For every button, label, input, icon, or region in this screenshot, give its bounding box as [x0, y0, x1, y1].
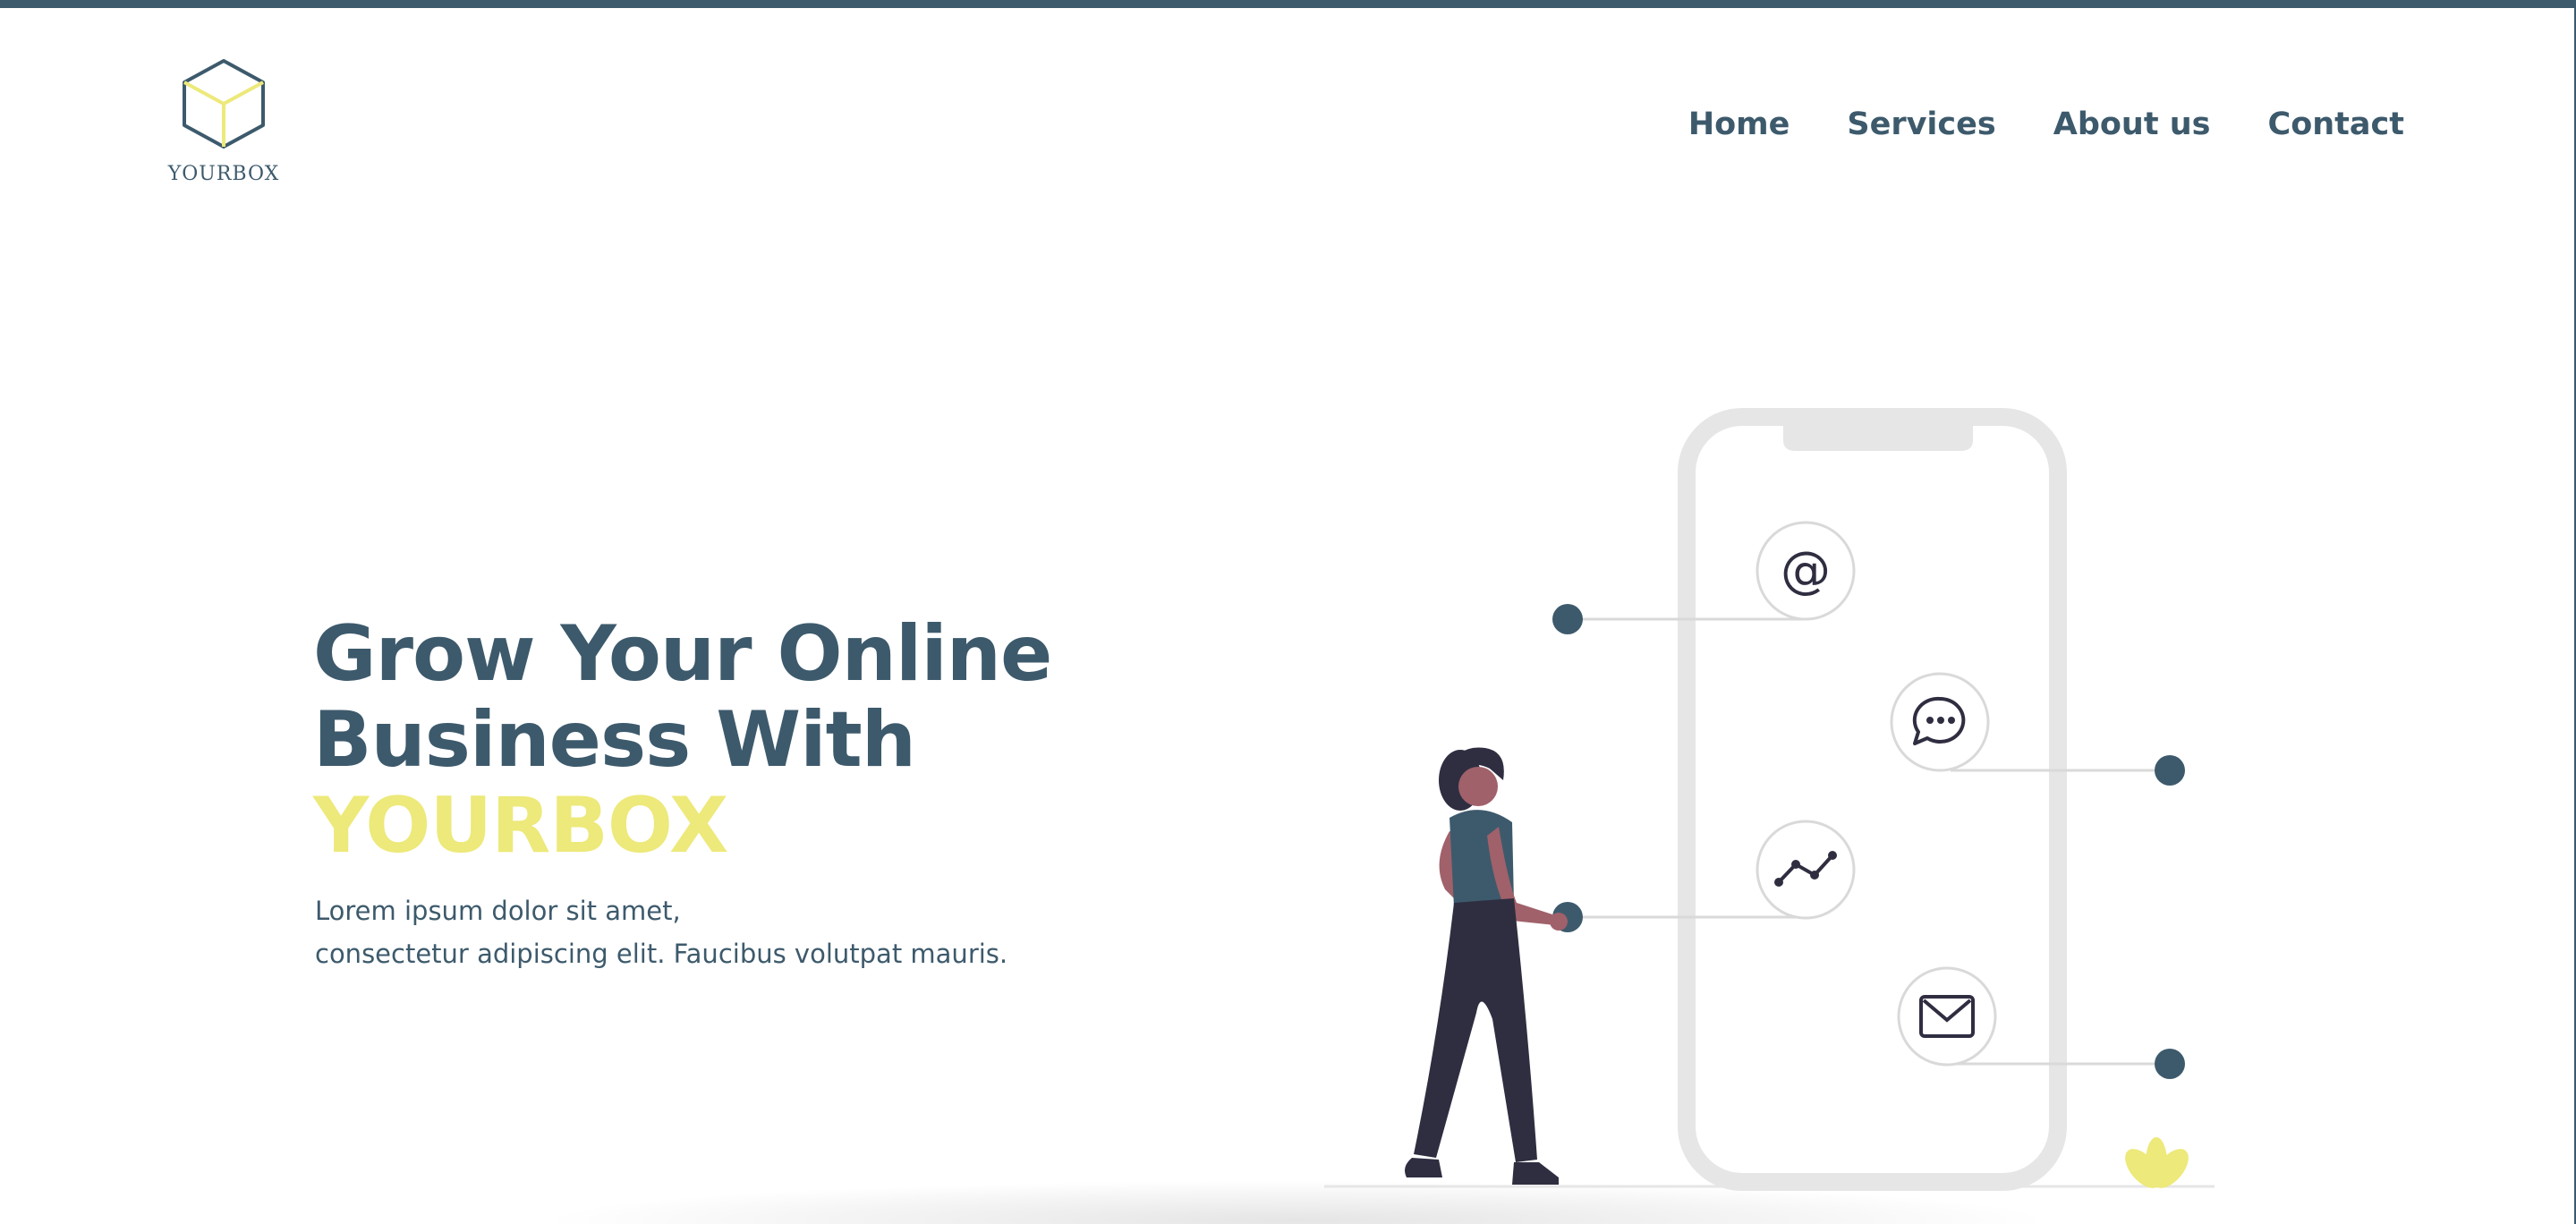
window-top-border [0, 0, 2576, 8]
connector-dot [2155, 755, 2185, 786]
connector-dot [1552, 604, 1583, 634]
logo[interactable]: YOURBOX [161, 57, 286, 191]
nav-about-us[interactable]: About us [2053, 106, 2211, 142]
nav-home[interactable]: Home [1688, 106, 1790, 142]
nav-contact[interactable]: Contact [2268, 106, 2404, 142]
hero-subtitle-line-1: Lorem ipsum dolor sit amet, [315, 896, 681, 926]
person-figure [1405, 747, 1568, 1185]
connector-dot [2155, 1049, 2185, 1079]
mail-icon [1897, 966, 1997, 1067]
nav-services[interactable]: Services [1847, 106, 1995, 142]
phone-illustration: @ [1324, 408, 2215, 1191]
phone-icon [1678, 408, 2067, 1191]
svg-text:@: @ [1781, 541, 1831, 599]
chart-icon [1756, 820, 1856, 920]
hero-subtitle-line-2: consectetur adipiscing elit. Faucibus vo… [315, 939, 1008, 969]
hero-title: Grow Your Online Business With YOURBOX [313, 609, 1052, 871]
hero-title-brand: YOURBOX [313, 781, 728, 871]
logo-wordmark: YOURBOX [167, 163, 280, 185]
hero-subtitle: Lorem ipsum dolor sit amet, consectetur … [315, 889, 1007, 975]
hero-title-line-2: Business With [313, 695, 916, 785]
main-nav: Home Services About us Contact [1688, 106, 2404, 142]
hero-title-line-1: Grow Your Online [313, 609, 1052, 699]
chat-icon [1890, 672, 1990, 772]
landing-page: YOURBOX Home Services About us Contact G… [0, 8, 2574, 1224]
at-icon: @ [1756, 521, 1856, 621]
cube-logo-icon [183, 59, 265, 149]
hero-illustration: @ [1324, 406, 2237, 1194]
